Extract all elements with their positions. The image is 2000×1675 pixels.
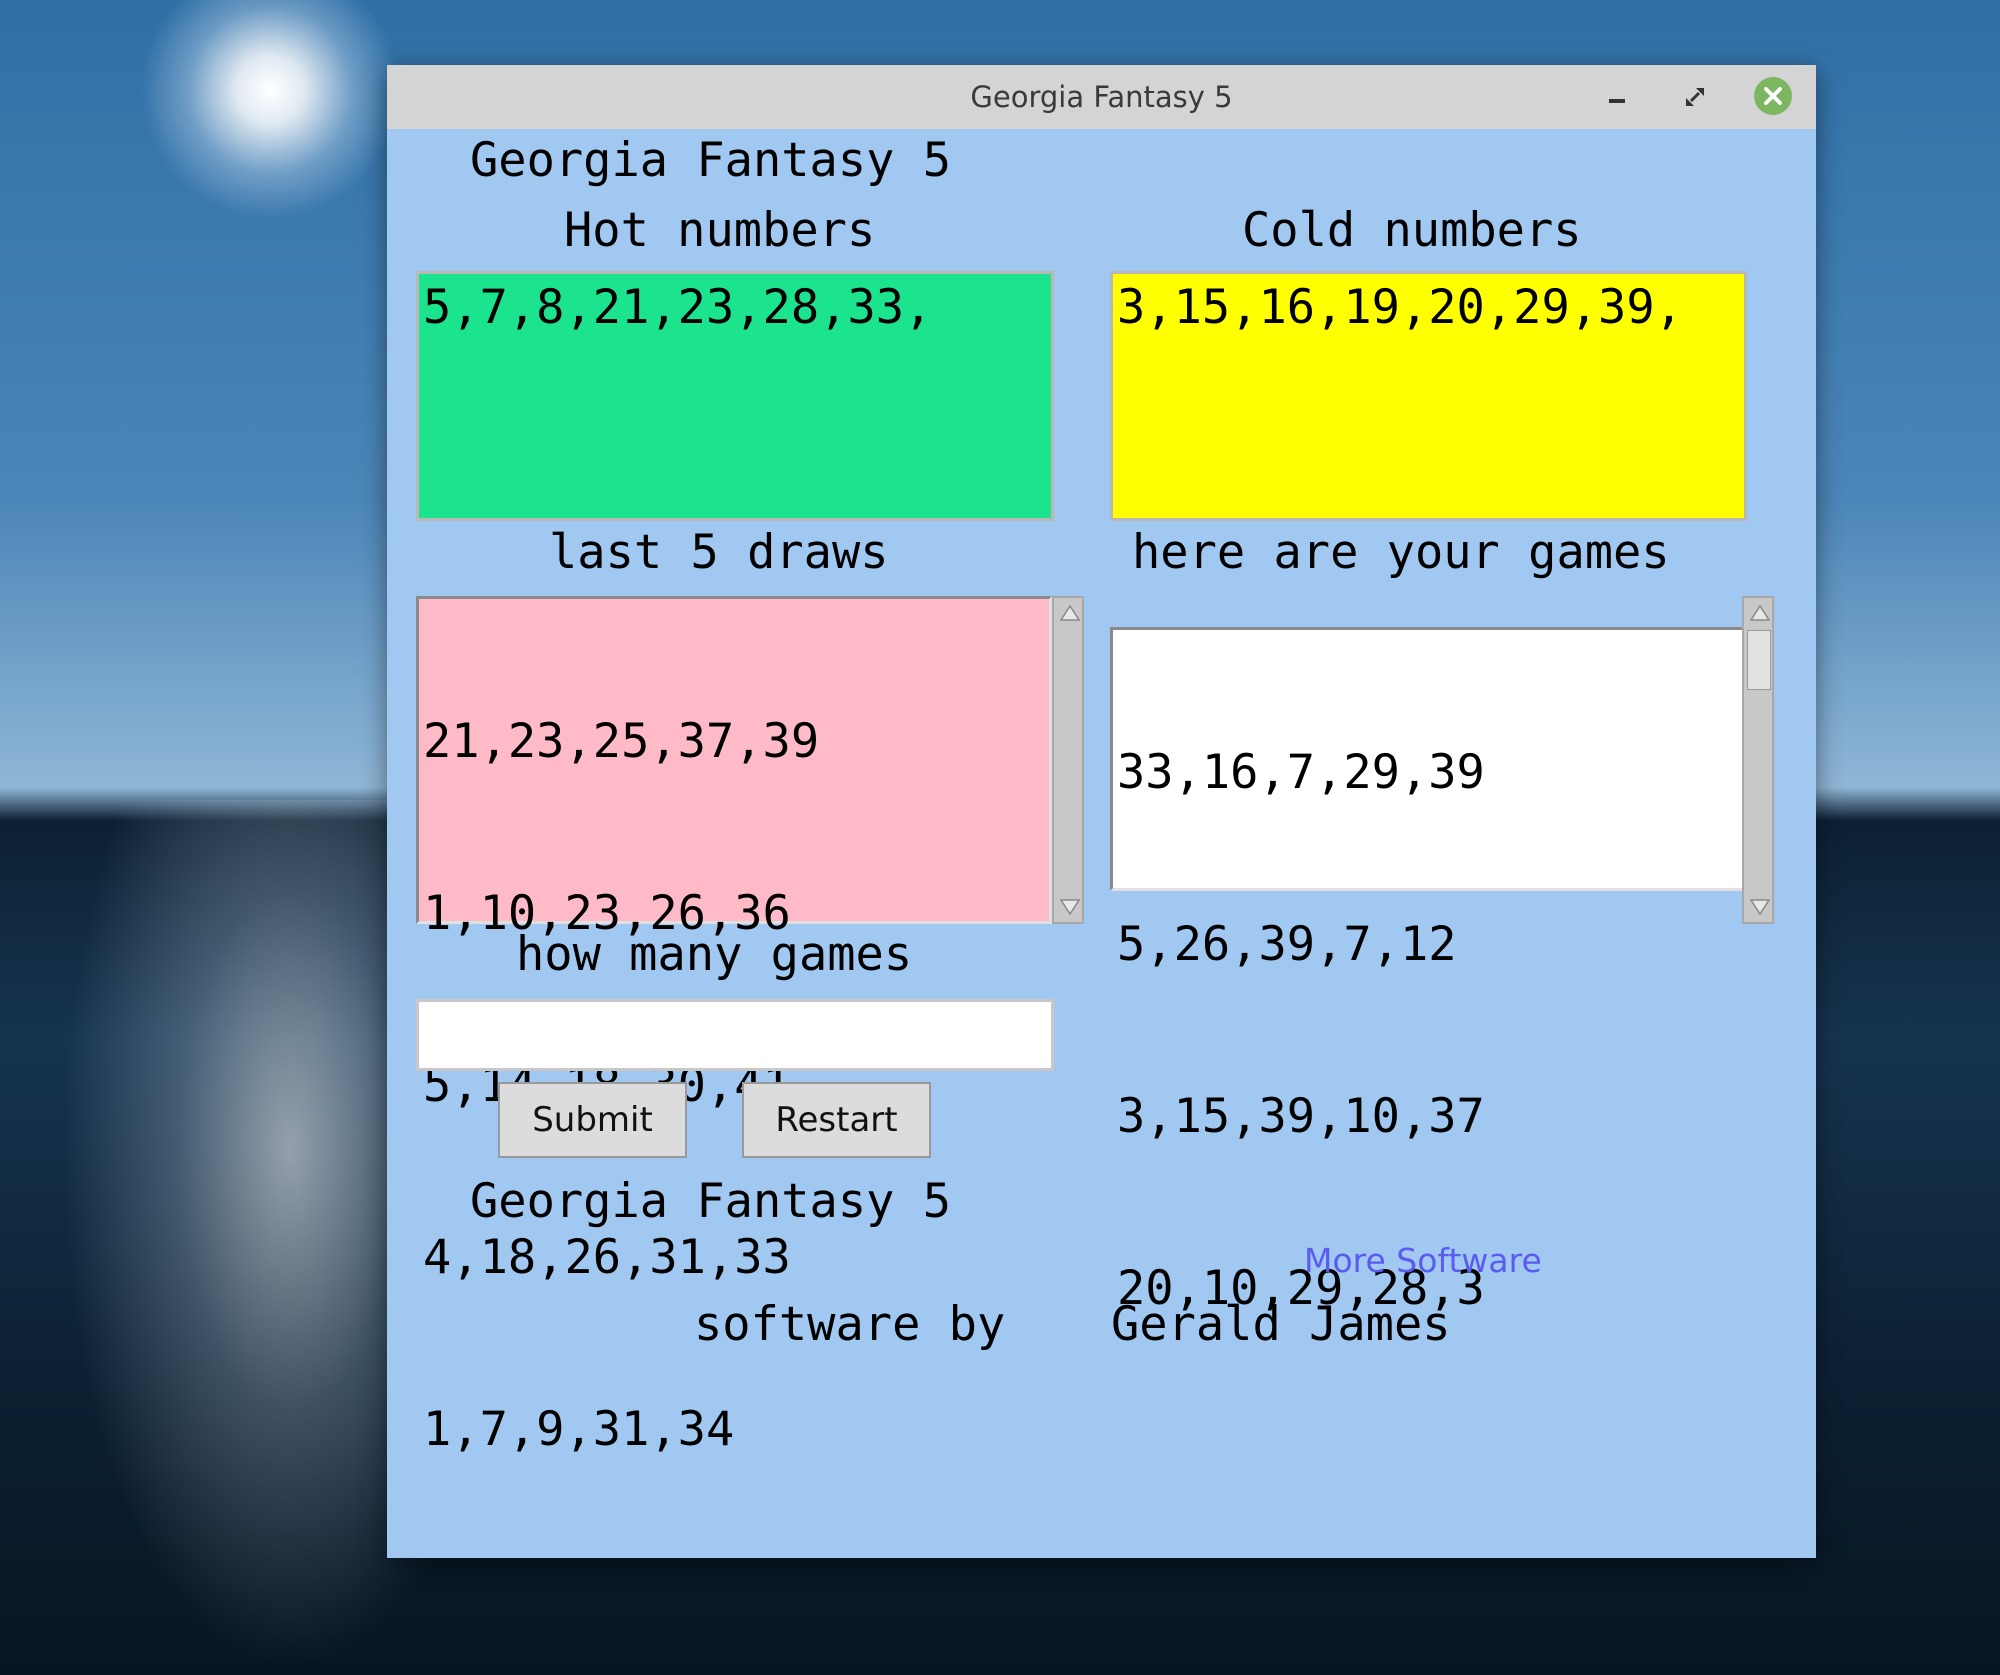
last-draws-list[interactable]: 21,23,25,37,39 1,10,23,26,36 5,14,18,30,… (416, 596, 1052, 1457)
cold-numbers-text: 3,15,16,19,20,29,39, (1117, 280, 1683, 335)
submit-button[interactable]: Submit (498, 1082, 687, 1158)
cold-numbers-box[interactable]: 3,15,16,19,20,29,39, (1110, 271, 1747, 521)
last-draws-label: last 5 draws (549, 525, 889, 580)
scroll-down-icon[interactable] (1057, 894, 1083, 920)
restart-button[interactable]: Restart (742, 1082, 931, 1158)
minimize-button[interactable] (1599, 79, 1635, 115)
games-list[interactable]: 33,16,7,29,39 5,26,39,7,12 3,15,39,10,37… (1110, 627, 1747, 1316)
games-scrollbar[interactable] (1742, 596, 1774, 924)
hot-numbers-box[interactable]: 5,7,8,21,23,28,33, (416, 271, 1054, 521)
maximize-button[interactable] (1677, 79, 1713, 115)
app-heading: Georgia Fantasy 5 (470, 133, 952, 188)
game-item[interactable]: 33,16,7,29,39 (1117, 742, 1740, 804)
maximize-icon (1686, 88, 1704, 106)
app-window: Georgia Fantasy 5 Georgia Fantasy 5 Hot … (387, 65, 1816, 1558)
hot-numbers-text: 5,7,8,21,23,28,33, (423, 280, 933, 335)
how-many-label: how many games (516, 927, 913, 982)
close-button[interactable] (1754, 77, 1792, 115)
footer-heading: Georgia Fantasy 5 (470, 1174, 952, 1229)
sun-glare (140, 0, 400, 220)
title-bar[interactable]: Georgia Fantasy 5 (387, 65, 1816, 129)
minimize-icon (1609, 99, 1625, 103)
game-item[interactable]: 3,15,39,10,37 (1117, 1086, 1740, 1148)
scroll-thumb[interactable] (1747, 630, 1771, 690)
close-icon (1764, 87, 1782, 105)
draw-item[interactable]: 4,18,26,31,33 (423, 1227, 1045, 1289)
scroll-up-icon[interactable] (1747, 600, 1773, 626)
draw-item[interactable]: 1,7,9,31,34 (423, 1399, 1045, 1461)
how-many-input[interactable] (416, 999, 1054, 1071)
cold-numbers-label: Cold numbers (1242, 203, 1582, 258)
more-software-link[interactable]: More Software (1304, 1241, 1542, 1280)
last-draws-scrollbar[interactable] (1052, 596, 1084, 924)
games-label: here are your games (1132, 525, 1670, 580)
hot-numbers-label: Hot numbers (564, 203, 876, 258)
scroll-up-icon[interactable] (1057, 600, 1083, 626)
draw-item[interactable]: 21,23,25,37,39 (423, 711, 1045, 773)
credit-name: Gerald James (1111, 1297, 1451, 1352)
game-item[interactable]: 5,26,39,7,12 (1117, 914, 1740, 976)
credit-prefix: software by (694, 1297, 1006, 1352)
scroll-down-icon[interactable] (1747, 894, 1773, 920)
